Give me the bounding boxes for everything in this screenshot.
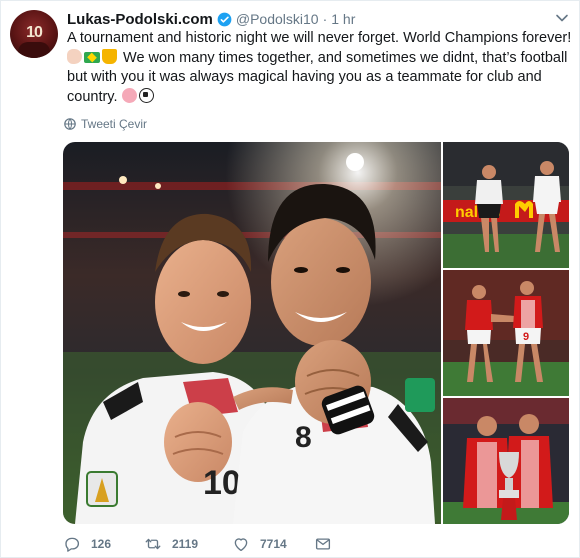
translate-tweet-link[interactable]: Tweeti Çevir (64, 117, 147, 131)
author-handle[interactable]: @Podolski10 (236, 11, 319, 27)
reply-icon (63, 535, 81, 553)
translate-label: Tweeti Çevir (81, 117, 148, 131)
separator-dot: · (322, 11, 328, 27)
retweet-button[interactable]: 2119 (144, 535, 232, 553)
reply-count: 126 (91, 537, 112, 551)
reply-button[interactable]: 126 (63, 535, 144, 553)
avatar[interactable]: 10 (10, 10, 58, 58)
retweet-icon (144, 535, 162, 553)
side-photo-2[interactable]: 9 (443, 270, 569, 396)
direct-message-button[interactable] (314, 535, 334, 553)
main-photo[interactable]: 10 8 (63, 142, 441, 524)
heart-icon (232, 535, 250, 553)
tweet-text-line-with-emojis: We won many times together, and sometime… (67, 48, 568, 69)
left-jersey-number: 10 (203, 464, 241, 502)
tweet-text-line: country. (67, 88, 118, 105)
like-button[interactable]: 7714 (232, 535, 314, 553)
tweet-header: Lukas-Podolski.com @Podolski10 · 1 hr (67, 9, 355, 29)
brazil-flag-emoji-icon (84, 51, 100, 63)
avatar-jersey-number: 10 (26, 24, 43, 41)
tweet-text: A tournament and historic night we will … (67, 29, 572, 108)
globe-icon (64, 118, 76, 130)
trophy-emoji-icon (102, 48, 117, 64)
side-jersey-number: 9 (523, 331, 529, 343)
envelope-icon (314, 535, 332, 553)
avatar-shirt (18, 42, 50, 58)
brain-emoji-icon (121, 87, 137, 103)
tweet-text-line: We won many times together, and sometime… (123, 49, 568, 66)
muscle-emoji-icon (67, 48, 82, 64)
side-photo-1[interactable]: nald's (443, 142, 569, 268)
like-count: 7714 (260, 537, 287, 551)
author-display-name[interactable]: Lukas-Podolski.com (67, 11, 213, 28)
verified-badge-icon (217, 12, 232, 27)
tweet-timestamp[interactable]: 1 hr (331, 11, 355, 27)
tweet-text-line: but with you it was always magical havin… (67, 69, 542, 85)
tweet-text-line-with-emojis: country. (67, 87, 567, 108)
right-jersey-number: 8 (295, 421, 312, 454)
retweet-count: 2119 (172, 537, 199, 551)
side-photo-3[interactable] (443, 398, 569, 524)
chevron-down-icon[interactable] (555, 11, 569, 25)
media-grid: 10 8 nald's 9 (63, 142, 569, 524)
soccer-ball-emoji-icon (138, 87, 154, 103)
tweet-card: 10 Lukas-Podolski.com @Podolski10 · 1 hr… (0, 0, 580, 558)
tweet-actions: 126 2119 7714 (63, 535, 334, 553)
tweet-text-line: A tournament and historic night we will … (67, 30, 572, 46)
